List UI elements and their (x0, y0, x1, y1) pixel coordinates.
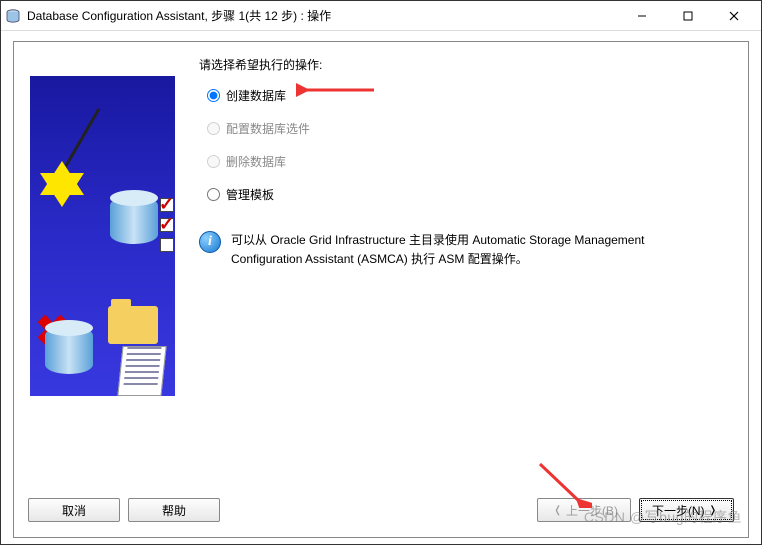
content-outer: ✖ 请选择希望执行的操作: 创建数据库 配置数据库选件 (1, 31, 761, 544)
help-button[interactable]: 帮助 (128, 498, 220, 522)
radio-configure-database[interactable] (207, 122, 220, 135)
radio-delete-database[interactable] (207, 155, 220, 168)
button-label: 取消 (62, 502, 86, 519)
option-manage-templates[interactable]: 管理模板 (207, 186, 732, 203)
titlebar: Database Configuration Assistant, 步骤 1(共… (1, 1, 761, 31)
button-bar: 取消 帮助 ❬ 上一步(B) 下一步(N) ❭ (14, 491, 748, 537)
radio-manage-templates[interactable] (207, 188, 220, 201)
window-title: Database Configuration Assistant, 步骤 1(共… (27, 7, 619, 24)
option-create-database[interactable]: 创建数据库 (207, 87, 732, 104)
radio-create-database[interactable] (207, 89, 220, 102)
option-label: 删除数据库 (226, 153, 286, 170)
back-button[interactable]: ❬ 上一步(B) (537, 498, 631, 522)
app-window: Database Configuration Assistant, 步骤 1(共… (0, 0, 762, 545)
cancel-button[interactable]: 取消 (28, 498, 120, 522)
option-label: 管理模板 (226, 186, 274, 203)
next-button[interactable]: 下一步(N) ❭ (639, 498, 734, 522)
close-button[interactable] (711, 2, 757, 30)
option-label: 创建数据库 (226, 87, 286, 104)
window-controls (619, 2, 757, 30)
maximize-button[interactable] (665, 2, 711, 30)
info-text: 可以从 Oracle Grid Infrastructure 主目录使用 Aut… (231, 231, 712, 269)
wizard-sidebar-image: ✖ (30, 76, 175, 396)
prompt-label: 请选择希望执行的操作: (199, 56, 732, 73)
button-label: 上一步(B) (566, 502, 618, 519)
option-configure-database[interactable]: 配置数据库选件 (207, 120, 732, 137)
info-row: i 可以从 Oracle Grid Infrastructure 主目录使用 A… (199, 231, 732, 269)
option-delete-database[interactable]: 删除数据库 (207, 153, 732, 170)
button-label: 帮助 (162, 502, 186, 519)
content-inner: ✖ 请选择希望执行的操作: 创建数据库 配置数据库选件 (13, 41, 749, 538)
main-area: ✖ 请选择希望执行的操作: 创建数据库 配置数据库选件 (14, 42, 748, 491)
info-icon: i (199, 231, 221, 253)
chevron-left-icon: ❬ (554, 505, 562, 516)
chevron-right-icon: ❭ (709, 505, 717, 516)
minimize-button[interactable] (619, 2, 665, 30)
form-area: 请选择希望执行的操作: 创建数据库 配置数据库选件 删除数据库 (199, 56, 732, 481)
button-label: 下一步(N) (652, 502, 705, 519)
app-icon (5, 8, 21, 24)
option-label: 配置数据库选件 (226, 120, 310, 137)
